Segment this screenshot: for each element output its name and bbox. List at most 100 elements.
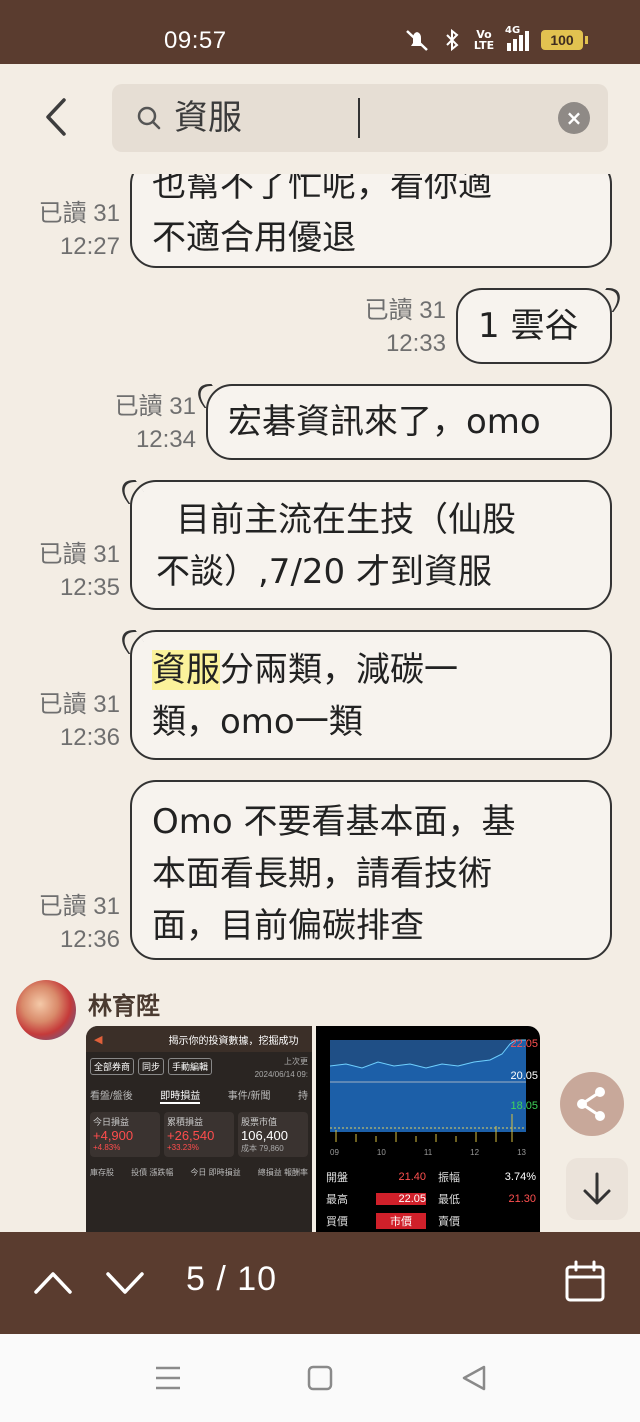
card-value: 106,400 [241, 1128, 288, 1143]
message-meta: 已讀 31 12:36 [26, 890, 120, 956]
read-receipt: 已讀 31 [364, 297, 446, 324]
arrow-down-icon [583, 1172, 611, 1205]
quote-row: 開盤 21.40 振幅 3.74% [326, 1166, 536, 1188]
card-pct: +33.23% [167, 1143, 199, 1152]
price-label: 20.05 [510, 1070, 538, 1082]
quote-key: 振幅 [438, 1172, 460, 1184]
axis-tick: 11 [423, 1148, 433, 1157]
edit-button: 手動編輯 [168, 1058, 213, 1075]
search-highlight: 資服 [152, 650, 220, 690]
quote-key: 最高 [326, 1194, 348, 1206]
footer-col: 總損益 報酬率 [257, 1168, 308, 1177]
message-time: 12:35 [59, 574, 120, 601]
clear-icon[interactable]: × [558, 102, 590, 134]
axis-tick: 13 [517, 1148, 526, 1157]
search-result-navigator: 5 / 10 [0, 1232, 640, 1334]
menu-icon [156, 1366, 180, 1390]
message-bubble[interactable]: 資服分兩類，減碳一 類，omo一類 [130, 630, 612, 760]
thumb-date: 2024/06/14 09: [254, 1070, 308, 1079]
volte-label: Vo LTE [473, 28, 495, 52]
message-line: 目前主流在生技（仙股 [176, 500, 516, 540]
banner-text: 揭示你的投資數據，挖掘成功 [168, 1035, 299, 1047]
text-caret [358, 98, 360, 138]
price-label: 22.05 [510, 1038, 538, 1050]
message-bubble[interactable]: 目前主流在生技（仙股 不談）,7/20 才到資服 [130, 480, 612, 610]
chat-history[interactable]: 已讀 31 12:27 也幫不了忙呢，看你適 不適合用優退 已讀 31 12:3… [0, 174, 640, 1232]
thumb-footer: 庫存股 投債 漲跌幅 今日 即時損益 總損益 報酬率 [86, 1157, 312, 1178]
message-line: Omo 不要看基本面，基 [152, 802, 516, 842]
quote-key: 開盤 [326, 1172, 348, 1184]
message-meta: 已讀 31 12:36 [26, 688, 120, 754]
all-brokers-button: 全部券商 [90, 1058, 135, 1075]
message-time: 12:36 [59, 724, 120, 751]
home-button[interactable] [302, 1360, 338, 1396]
thumb-banner: ◀ 揭示你的投資數據，挖掘成功 [86, 1026, 312, 1052]
status-icons: Vo LTE 4G 100 [403, 25, 588, 52]
read-receipt: 已讀 31 [38, 691, 120, 718]
avatar[interactable] [16, 980, 76, 1040]
card-pct: +4.83% [93, 1143, 121, 1152]
system-back-button[interactable] [456, 1360, 492, 1396]
message-time: 12:34 [135, 426, 196, 453]
message-bubble[interactable]: 1 雲谷 [456, 288, 612, 364]
triangle-back-icon [462, 1365, 486, 1391]
message-meta: 已讀 31 12:35 [26, 538, 120, 604]
message-bubble[interactable]: 宏碁資訊來了，omo [206, 384, 612, 460]
signal-icon: 4G [505, 25, 529, 51]
message-bubble[interactable]: 也幫不了忙呢，看你適 不適合用優退 [130, 174, 612, 268]
message-line: 面，目前偏碳排查 [152, 906, 424, 946]
bluetooth-icon [446, 28, 459, 52]
chevron-left-icon [46, 98, 66, 136]
card-label: 股票市值 [241, 1117, 278, 1127]
sync-button: 同步 [138, 1058, 165, 1075]
previous-result-button[interactable] [30, 1262, 76, 1302]
footer-col: 投債 漲跌幅 [131, 1168, 174, 1177]
message-line: 也幫不了忙呢，看你適 [152, 174, 492, 205]
calendar-button[interactable] [562, 1258, 608, 1306]
quote-val: 市價 [376, 1213, 426, 1229]
battery-tip [585, 36, 588, 44]
message-time: 12:27 [59, 233, 120, 260]
message-line: 本面看長期，請看技術 [152, 854, 492, 894]
message-meta: 已讀 31 12:34 [100, 390, 196, 456]
search-query: 資服 [174, 98, 242, 138]
chevron-down-icon [106, 1272, 144, 1294]
quote-val: 21.40 [398, 1171, 426, 1183]
card-label: 今日損益 [93, 1117, 130, 1127]
image-thumbnail[interactable]: ◀ 揭示你的投資數據，挖掘成功 全部券商 同步 手動編輯 上次更 2024/06… [86, 1026, 312, 1232]
search-header: 資服 × [0, 64, 640, 174]
back-button[interactable] [38, 92, 78, 142]
message-bubble[interactable]: Omo 不要看基本面，基 本面看長期，請看技術 面，目前偏碳排查 [130, 780, 612, 960]
message-meta: 已讀 31 12:33 [350, 294, 446, 360]
message-line: 資服分兩類，減碳一 [152, 644, 590, 696]
megaphone-icon: ◀ [94, 1033, 103, 1046]
quote-key: 買價 [326, 1216, 348, 1228]
thumb-tab: 看盤/盤後 [90, 1091, 133, 1102]
message-line: 宏碁資訊來了，omo [228, 402, 541, 442]
thumb-cards: 今日損益 +4,900 +4.83% 累積損益 +26,540 +33.23% … [86, 1104, 312, 1157]
pnl-card: 累積損益 +26,540 +33.23% [164, 1112, 234, 1157]
square-icon [307, 1365, 333, 1391]
clock: 09:57 [164, 27, 227, 54]
image-thumbnail[interactable]: 22.05 20.05 18.05 09 10 11 12 13 開盤 21.4… [316, 1026, 540, 1232]
pnl-card: 今日損益 +4,900 +4.83% [90, 1112, 160, 1157]
calendar-icon [565, 1260, 605, 1302]
share-button[interactable] [560, 1072, 624, 1136]
read-receipt: 已讀 31 [38, 893, 120, 920]
quote-val: 22.05 [376, 1193, 426, 1205]
recent-apps-button[interactable] [150, 1360, 186, 1396]
read-receipt: 已讀 31 [38, 200, 120, 227]
result-counter: 5 / 10 [186, 1260, 278, 1298]
time-axis: 09 10 11 12 13 [330, 1148, 526, 1157]
next-result-button[interactable] [102, 1262, 148, 1302]
scroll-to-bottom-button[interactable] [566, 1158, 628, 1220]
read-receipt: 已讀 31 [38, 541, 120, 568]
footer-col: 庫存股 [90, 1168, 114, 1177]
quote-key: 最低 [438, 1194, 460, 1206]
axis-tick: 10 [376, 1148, 386, 1157]
search-input[interactable]: 資服 × [112, 84, 608, 152]
read-receipt: 已讀 31 [114, 393, 196, 420]
network-label: 4G [505, 25, 521, 36]
chevron-up-icon [34, 1272, 72, 1294]
axis-tick: 09 [330, 1148, 339, 1157]
